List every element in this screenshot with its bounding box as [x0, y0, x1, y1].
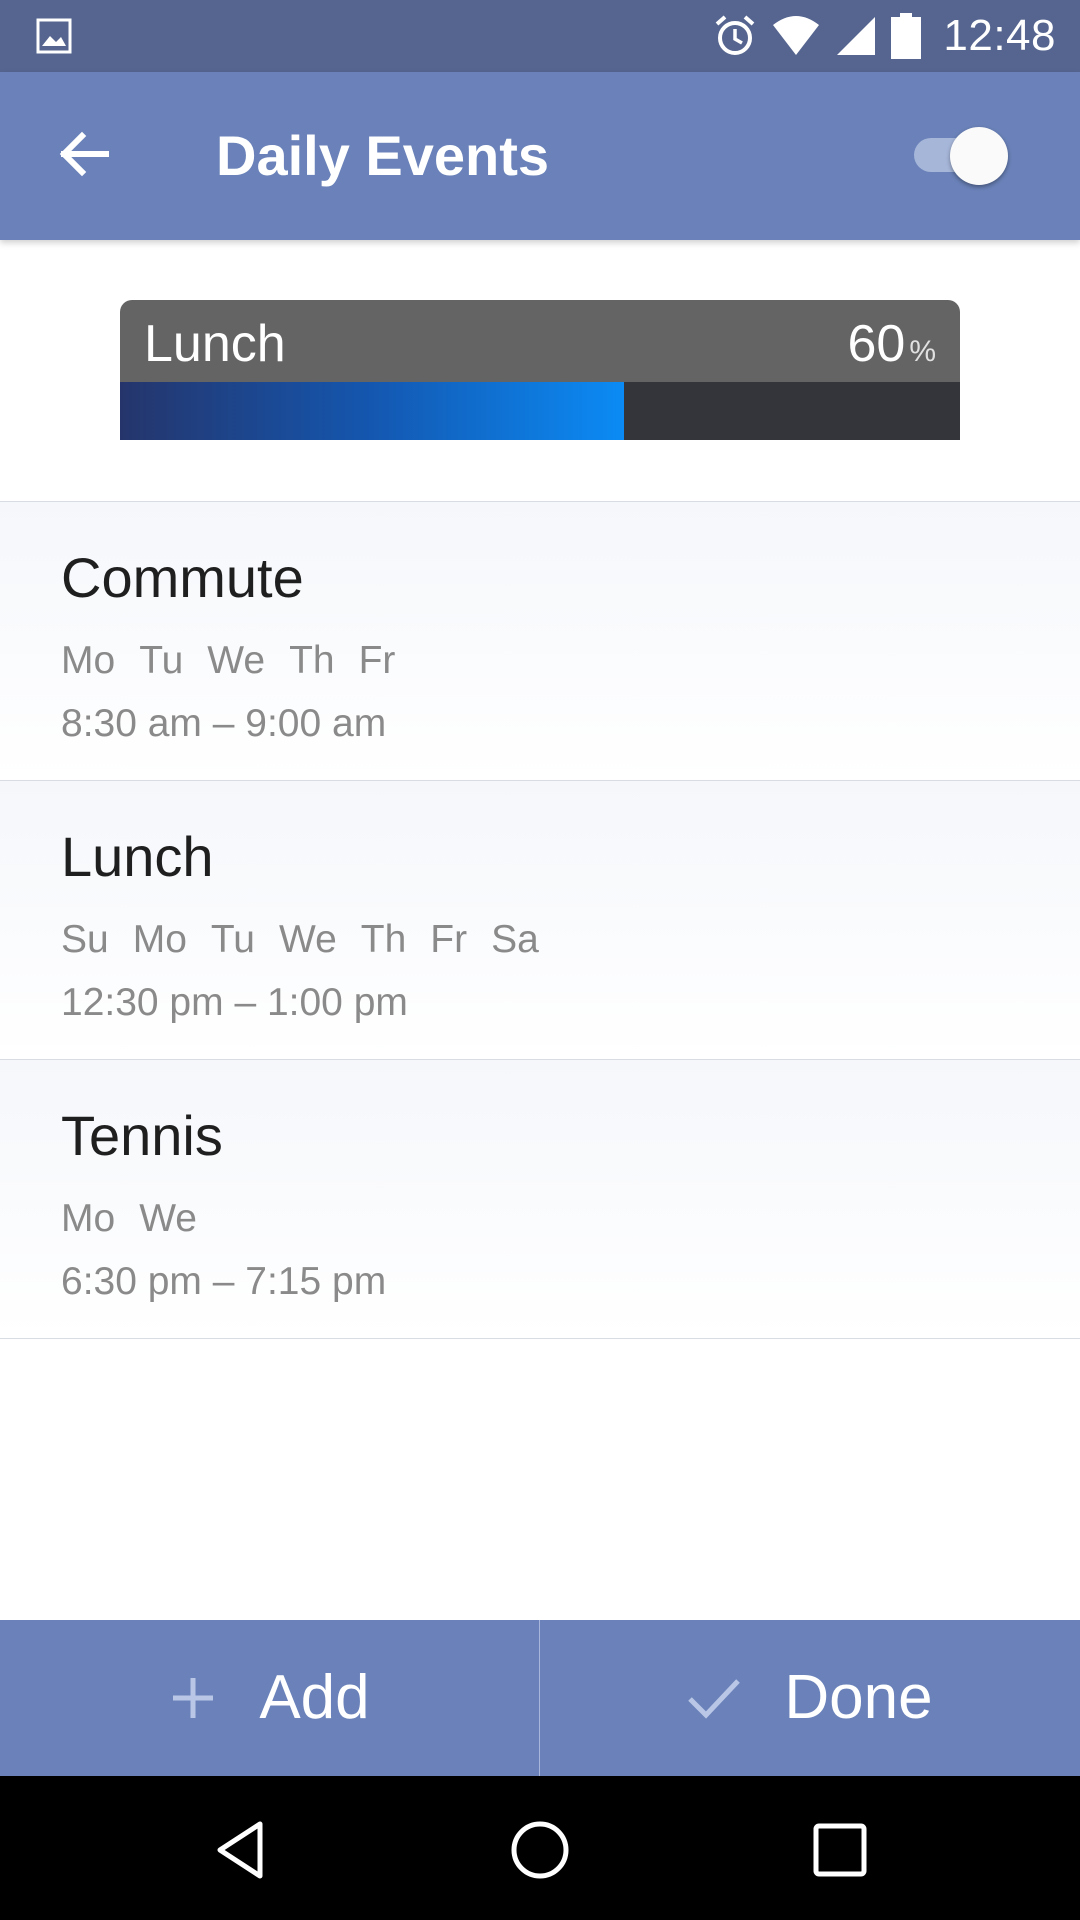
signal-icon	[837, 17, 876, 55]
image-icon	[36, 18, 72, 54]
event-day: Tu	[210, 918, 255, 961]
event-days: Mo Tu We Th Fr	[61, 638, 419, 684]
battery-icon	[891, 13, 922, 59]
event-time: 12:30 pm – 1:00 pm	[61, 981, 408, 1024]
event-name: Commute	[61, 546, 304, 609]
progress-fill	[120, 382, 624, 440]
event-day: Su	[61, 918, 109, 961]
current-event-progress: Lunch 60%	[120, 300, 960, 440]
add-button[interactable]: Add	[0, 1620, 539, 1776]
event-day: We	[278, 918, 337, 961]
event-day: Mo	[61, 1197, 116, 1240]
event-day: Mo	[61, 639, 116, 682]
event-day: Sa	[491, 918, 539, 961]
status-time: 12:48	[943, 11, 1056, 60]
events-list: Commute Mo Tu We Th Fr 8:30 am – 9:00 am…	[0, 501, 1080, 1339]
app-bar: Daily Events	[0, 72, 1080, 240]
event-day: Fr	[358, 639, 396, 682]
event-name: Tennis	[61, 1104, 223, 1167]
event-row[interactable]: Tennis Mo We 6:30 pm – 7:15 pm	[0, 1059, 1080, 1339]
add-button-label: Add	[259, 1663, 370, 1732]
progress-percent: 60%	[847, 314, 936, 387]
event-day: Th	[360, 918, 407, 961]
enable-toggle[interactable]	[912, 122, 1012, 186]
home-nav-icon[interactable]	[508, 1818, 572, 1882]
event-time: 8:30 am – 9:00 am	[61, 702, 387, 745]
checkmark-icon	[688, 1679, 741, 1719]
page-title: Daily Events	[216, 124, 550, 187]
event-row[interactable]: Lunch Su Mo Tu We Th Fr Sa 12:30 pm – 1:…	[0, 780, 1080, 1059]
progress-unit: %	[909, 335, 936, 368]
alarm-icon	[716, 15, 755, 55]
recents-nav-icon[interactable]	[808, 1818, 872, 1882]
wifi-icon	[773, 16, 820, 55]
event-day: Tu	[139, 639, 184, 682]
progress-value: 60	[847, 315, 906, 373]
event-days: Mo We	[61, 1196, 221, 1242]
current-event-label: Lunch	[144, 315, 286, 373]
event-day: Fr	[430, 918, 468, 961]
event-name: Lunch	[61, 825, 214, 888]
done-button-label: Done	[784, 1663, 933, 1732]
event-day: Th	[289, 639, 335, 682]
event-time: 6:30 pm – 7:15 pm	[61, 1260, 387, 1303]
system-nav-bar	[0, 1776, 1080, 1920]
status-bar: 12:48	[0, 0, 1080, 72]
event-day: We	[207, 639, 266, 682]
event-days: Su Mo Tu We Th Fr Sa	[61, 917, 563, 963]
back-nav-icon[interactable]	[210, 1818, 274, 1882]
progress-track	[120, 382, 960, 440]
event-day: Mo	[132, 918, 187, 961]
toggle-thumb	[950, 127, 1008, 185]
back-arrow-icon[interactable]	[54, 124, 114, 184]
done-button[interactable]: Done	[540, 1620, 1079, 1776]
plus-icon	[173, 1678, 214, 1718]
event-day: We	[139, 1197, 197, 1240]
bottom-action-bar: Add Done	[0, 1620, 1080, 1776]
event-row[interactable]: Commute Mo Tu We Th Fr 8:30 am – 9:00 am	[0, 501, 1080, 780]
